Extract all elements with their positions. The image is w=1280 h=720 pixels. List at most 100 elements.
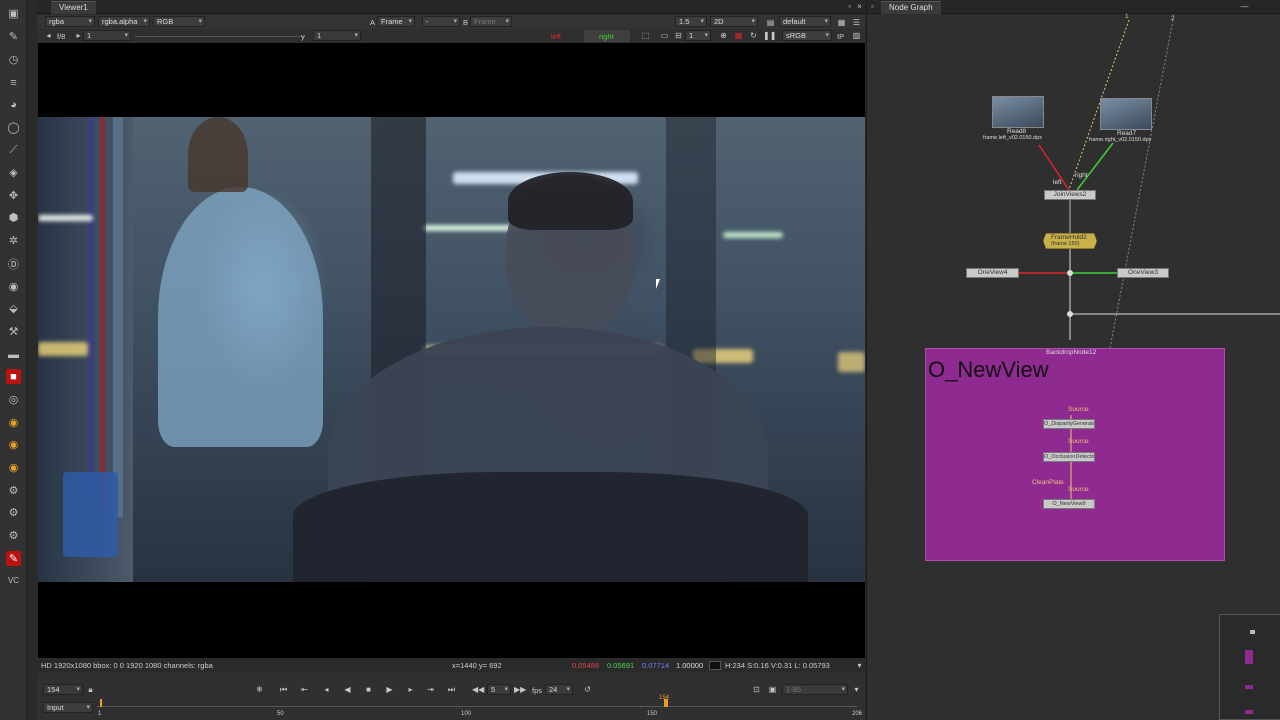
viewer-canvas[interactable] [38, 43, 865, 658]
next-keyframe-icon[interactable]: ⇥ [425, 684, 436, 695]
format-info: HD 1920x1080 bbox: 0 0 1920 1080 channel… [41, 661, 213, 670]
toolsets-icon[interactable]: ⚒ [6, 324, 21, 339]
fstop-label[interactable]: f/8 [57, 32, 65, 41]
refresh-icon[interactable]: ↻ [748, 30, 759, 41]
loop-icon[interactable]: ↺ [582, 684, 593, 695]
proxy-icon[interactable]: ⊟ [673, 30, 684, 41]
snowflake-icon[interactable]: ❄ [254, 684, 265, 695]
range-field[interactable]: 1-85 [782, 684, 848, 695]
in-marker [100, 699, 102, 707]
rgb-dropdown[interactable]: RGB [153, 16, 205, 27]
plugin-b-icon[interactable]: ◉ [6, 437, 21, 452]
play-backward-icon[interactable]: ◀ [342, 684, 353, 695]
cursor-icon [656, 279, 664, 289]
read7-node[interactable] [1100, 98, 1152, 130]
keyer-icon[interactable]: ⟋ [6, 143, 21, 158]
prev-keyframe-icon[interactable]: ⇤ [299, 684, 310, 695]
read8-node[interactable] [992, 96, 1044, 128]
newview-node[interactable]: O_NewView9 [1043, 499, 1095, 509]
pause-icon[interactable]: ❚❚ [763, 30, 776, 41]
last-frame-icon[interactable]: ⏭ [446, 684, 457, 695]
channel-icon[interactable]: ≡ [6, 75, 21, 90]
display-lut-dropdown[interactable]: sRGB [782, 30, 832, 41]
first-frame-icon[interactable]: ⏮ [278, 684, 289, 695]
timeline-ruler[interactable] [97, 706, 857, 707]
gain-field[interactable]: 1 [83, 30, 131, 41]
close-icon[interactable]: × [854, 1, 865, 12]
channels-dropdown[interactable]: rgba [45, 16, 95, 27]
a-input-dropdown[interactable]: Frame [377, 16, 415, 27]
vc-icon[interactable]: VC [6, 573, 21, 588]
fstop-arrow-icon[interactable]: ◂ [43, 30, 54, 41]
b-label: B [463, 18, 469, 27]
image-icon[interactable]: ▣ [6, 6, 21, 21]
oneview3-node[interactable]: OneView3 [1117, 268, 1169, 278]
filter-icon[interactable]: ◯ [6, 120, 21, 135]
deep-icon[interactable]: Ⓓ [6, 256, 21, 271]
b-input-dropdown[interactable]: Frame [470, 16, 512, 27]
view-left-button[interactable]: left [551, 32, 561, 41]
views-icon[interactable]: ◉ [6, 279, 21, 294]
ocula-icon[interactable]: ◎ [6, 392, 21, 407]
target-icon[interactable]: ⊕ [718, 30, 729, 41]
op-dropdown[interactable]: - [422, 16, 460, 27]
plugin-c-icon[interactable]: ◉ [6, 460, 21, 475]
menu-icon[interactable]: ☰ [851, 17, 862, 28]
clip-icon[interactable]: ▭ [659, 30, 670, 41]
time-icon[interactable]: ◷ [6, 52, 21, 67]
prev-frame-icon[interactable]: ◂ [321, 684, 332, 695]
safe-icon[interactable]: ▦ [733, 30, 744, 41]
step-field[interactable]: 5 [487, 684, 511, 695]
color-icon[interactable]: ◕ [6, 97, 21, 112]
range-menu-icon[interactable]: ▾ [851, 684, 862, 695]
view-right-button[interactable]: right [599, 32, 614, 41]
viewer-image[interactable] [38, 117, 865, 582]
navigator-minimap[interactable] [1219, 614, 1280, 720]
wipe-icon[interactable]: ▨ [851, 30, 862, 41]
step-back-icon[interactable]: ◀◀ [472, 684, 484, 695]
settings-icon[interactable]: ▦ [836, 17, 847, 28]
pixel-b: 0.07714 [642, 661, 670, 670]
lock-frame-icon[interactable]: 🔒︎ [85, 684, 96, 695]
3d-icon[interactable]: ⬢ [6, 210, 21, 225]
stop-icon[interactable]: ■ [363, 684, 374, 695]
other-icon[interactable]: ▬ [6, 347, 21, 362]
backdrop-node[interactable]: BackdropNode12 O_NewView Source O_Dispar… [925, 348, 1225, 561]
lock-icon[interactable]: ▤ [765, 17, 776, 28]
gizmo-d-icon[interactable]: ✎ [6, 551, 21, 566]
fps-field[interactable]: 24 [545, 684, 573, 695]
gain-slider[interactable] [135, 36, 305, 37]
proxy-dropdown[interactable]: 1 [685, 30, 711, 41]
input-dropdown[interactable]: Input [43, 702, 93, 713]
info-menu-icon[interactable]: ▾ [854, 660, 865, 671]
pixel-swatch [709, 661, 721, 670]
plugin-a-icon[interactable]: ◉ [6, 415, 21, 430]
alpha-dropdown[interactable]: rgba.alpha [98, 16, 150, 27]
viewer-tab[interactable]: Viewer1 [51, 1, 96, 14]
in-out-icon[interactable]: ⊡ [751, 684, 762, 695]
range-icon[interactable]: ▣ [767, 684, 778, 695]
roi-icon[interactable]: ⬚ [640, 30, 651, 41]
joinviews-node[interactable]: JoinViews2 [1044, 190, 1096, 200]
gizmo-b-icon[interactable]: ⚙ [6, 505, 21, 520]
furnace-icon[interactable]: ■ [6, 369, 21, 384]
gain-dropdown[interactable]: 1.5 [675, 16, 707, 27]
gizmo-c-icon[interactable]: ⚙ [6, 528, 21, 543]
frame-field[interactable]: 154 [43, 684, 83, 695]
draw-icon[interactable]: ✎ [6, 29, 21, 44]
ip-button[interactable]: IP [837, 32, 844, 41]
particles-icon[interactable]: ✲ [6, 233, 21, 248]
view-mode-dropdown[interactable]: 2D [710, 16, 758, 27]
merge-icon[interactable]: ◈ [6, 165, 21, 180]
disparity-node[interactable]: O_DisparityGenerator [1043, 419, 1095, 429]
play-forward-icon[interactable]: ▶ [384, 684, 395, 695]
oneview4-node[interactable]: OneView4 [966, 268, 1019, 278]
next-frame-icon[interactable]: ▸ [405, 684, 416, 695]
lut-dropdown[interactable]: default [779, 16, 831, 27]
occlusion-node[interactable]: O_OcclusionDetector [1043, 452, 1095, 462]
gizmo-a-icon[interactable]: ⚙ [6, 483, 21, 498]
gamma-field[interactable]: 1 [313, 30, 361, 41]
metadata-icon[interactable]: ⬙ [6, 301, 21, 316]
transform-icon[interactable]: ✥ [6, 188, 21, 203]
step-forward-icon[interactable]: ▶▶ [514, 684, 526, 695]
